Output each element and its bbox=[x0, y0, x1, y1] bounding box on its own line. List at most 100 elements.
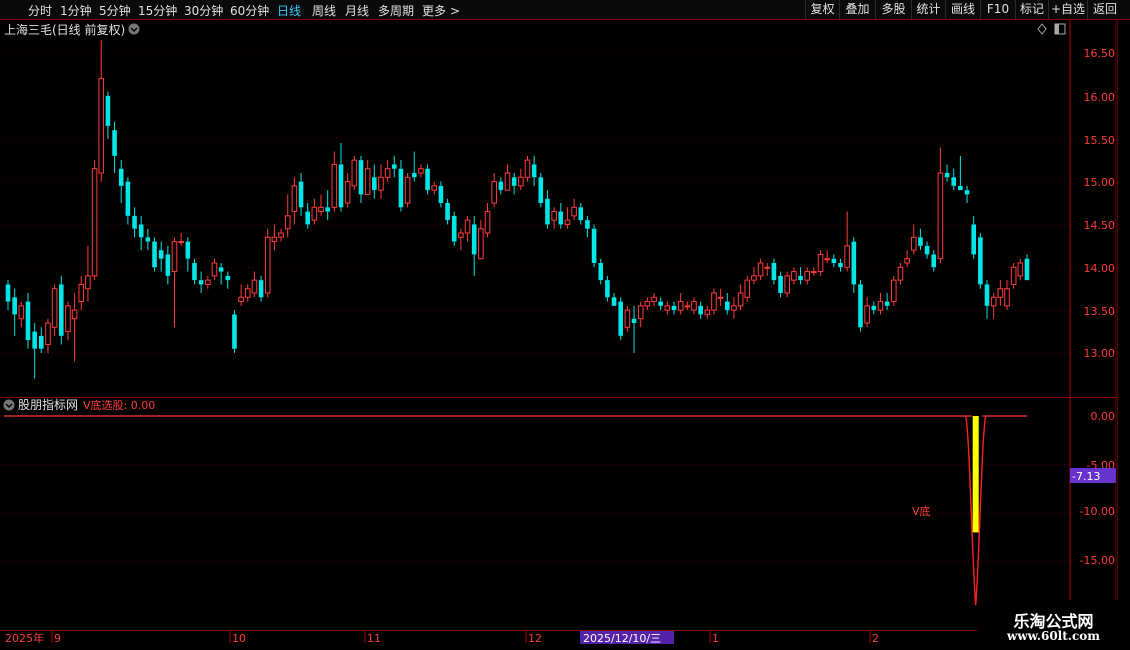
candle bbox=[978, 232, 983, 289]
candle bbox=[924, 241, 930, 259]
diamond-icon[interactable] bbox=[1037, 23, 1047, 35]
candle bbox=[71, 292, 78, 362]
indicator-tick-label: -10.00 bbox=[1080, 505, 1115, 518]
candle bbox=[39, 327, 44, 353]
candle bbox=[804, 267, 811, 285]
candle bbox=[1017, 258, 1024, 281]
candle-body bbox=[391, 164, 397, 169]
candle-body bbox=[884, 301, 890, 306]
candle-body bbox=[264, 236, 271, 294]
candle-body bbox=[132, 215, 137, 229]
candle-body bbox=[831, 258, 837, 263]
candle bbox=[65, 301, 71, 341]
candle-body bbox=[198, 280, 204, 285]
candle-body bbox=[331, 163, 338, 208]
candle-body bbox=[578, 207, 584, 221]
candle-body bbox=[145, 237, 151, 242]
candle bbox=[631, 305, 637, 353]
f10-button[interactable]: F10 bbox=[980, 0, 1015, 19]
panel-toggle-icon[interactable] bbox=[1054, 23, 1066, 35]
candle-body bbox=[918, 237, 923, 246]
candle bbox=[691, 297, 697, 315]
chevron-down-icon[interactable] bbox=[128, 23, 140, 35]
candle bbox=[838, 258, 843, 272]
candle-body bbox=[564, 219, 571, 225]
candle bbox=[278, 228, 284, 242]
candle-body bbox=[890, 279, 897, 303]
chevron-down-icon[interactable] bbox=[3, 399, 15, 411]
indicator-value-label: V底选股: 0.00 bbox=[83, 398, 155, 412]
period-more-button[interactable]: 更多 > bbox=[422, 2, 460, 19]
candle bbox=[351, 155, 358, 191]
period-tab-monthly[interactable]: 月线 bbox=[345, 2, 369, 19]
candle-body bbox=[511, 177, 517, 186]
candlestick-chart[interactable]: 16.50 16.00 15.50 15.00 14.50 14.00 13.5… bbox=[0, 20, 1130, 398]
candle bbox=[1024, 254, 1030, 281]
candle-body bbox=[798, 275, 803, 281]
candle bbox=[192, 258, 197, 285]
period-tab-30min[interactable]: 30分钟 bbox=[184, 2, 223, 19]
candle-body bbox=[824, 258, 830, 261]
candle bbox=[451, 211, 457, 246]
candle bbox=[658, 297, 663, 311]
price-tick-label: 15.00 bbox=[1084, 176, 1116, 189]
date-axis-label: 2025年 bbox=[5, 631, 44, 645]
price-grid bbox=[0, 52, 1070, 354]
back-button[interactable]: 返回 bbox=[1087, 0, 1122, 19]
draw-line-button[interactable]: 画线 bbox=[945, 0, 980, 19]
candle bbox=[205, 275, 211, 289]
candle bbox=[764, 262, 771, 276]
candle-body bbox=[338, 164, 344, 208]
candle bbox=[951, 168, 957, 191]
candle bbox=[305, 202, 310, 229]
candle-body bbox=[445, 202, 450, 221]
multi-stock-button[interactable]: 多股 bbox=[875, 0, 911, 19]
candle bbox=[251, 271, 258, 298]
candle-body bbox=[18, 305, 25, 320]
period-tab-1min[interactable]: 1分钟 bbox=[60, 2, 92, 19]
period-tab-intraday[interactable]: 分时 bbox=[28, 2, 52, 19]
candle bbox=[338, 142, 344, 212]
candle-body bbox=[958, 185, 963, 191]
adjust-button[interactable]: 复权 bbox=[805, 0, 839, 19]
candle-body bbox=[138, 224, 144, 238]
candle-body bbox=[897, 266, 904, 281]
candle-body bbox=[631, 318, 637, 323]
candle-body bbox=[25, 301, 31, 341]
overlay-button[interactable]: 叠加 bbox=[839, 0, 875, 19]
candle bbox=[910, 224, 917, 255]
period-tab-weekly[interactable]: 周线 bbox=[312, 2, 336, 19]
cursor-date-label: 2025/12/10/三 bbox=[583, 632, 661, 645]
period-tab-60min[interactable]: 60分钟 bbox=[230, 2, 269, 19]
candle bbox=[651, 292, 657, 306]
candle-body bbox=[910, 236, 917, 251]
candle bbox=[671, 301, 677, 315]
candle bbox=[578, 202, 584, 225]
candle bbox=[45, 318, 51, 353]
price-axis: 16.50 16.00 15.50 15.00 14.50 14.00 13.5… bbox=[1084, 47, 1116, 360]
indicator-tick-label: -15.00 bbox=[1080, 554, 1115, 567]
candle-body bbox=[757, 262, 764, 277]
mark-button[interactable]: 标记 bbox=[1015, 0, 1048, 19]
period-toolbar: 分时 1分钟 5分钟 15分钟 30分钟 60分钟 日线 周线 月线 多周期 更… bbox=[0, 0, 1130, 19]
add-watchlist-button[interactable]: +自选 bbox=[1048, 0, 1087, 19]
statistics-button[interactable]: 统计 bbox=[911, 0, 945, 19]
date-axis-label: 2 bbox=[872, 632, 879, 645]
candle-body bbox=[658, 301, 663, 306]
candle-body bbox=[98, 78, 105, 174]
period-tab-daily[interactable]: 日线 bbox=[277, 2, 301, 19]
candle-body bbox=[811, 271, 817, 274]
candle bbox=[25, 292, 31, 349]
period-tab-5min[interactable]: 5分钟 bbox=[99, 2, 131, 19]
candle-body bbox=[971, 224, 976, 255]
indicator-chart[interactable]: 0.00 -5.00 -10.00 -15.00 -7.13 V底 股朋指标网 … bbox=[0, 398, 1130, 630]
candle bbox=[937, 147, 944, 263]
candle-body bbox=[404, 176, 411, 204]
period-tab-multi[interactable]: 多周期 bbox=[378, 2, 414, 19]
candle-body bbox=[364, 168, 371, 195]
candle bbox=[958, 155, 963, 191]
candle bbox=[571, 198, 577, 221]
candle bbox=[232, 310, 237, 353]
candle-body bbox=[677, 301, 684, 311]
period-tab-15min[interactable]: 15分钟 bbox=[138, 2, 177, 19]
